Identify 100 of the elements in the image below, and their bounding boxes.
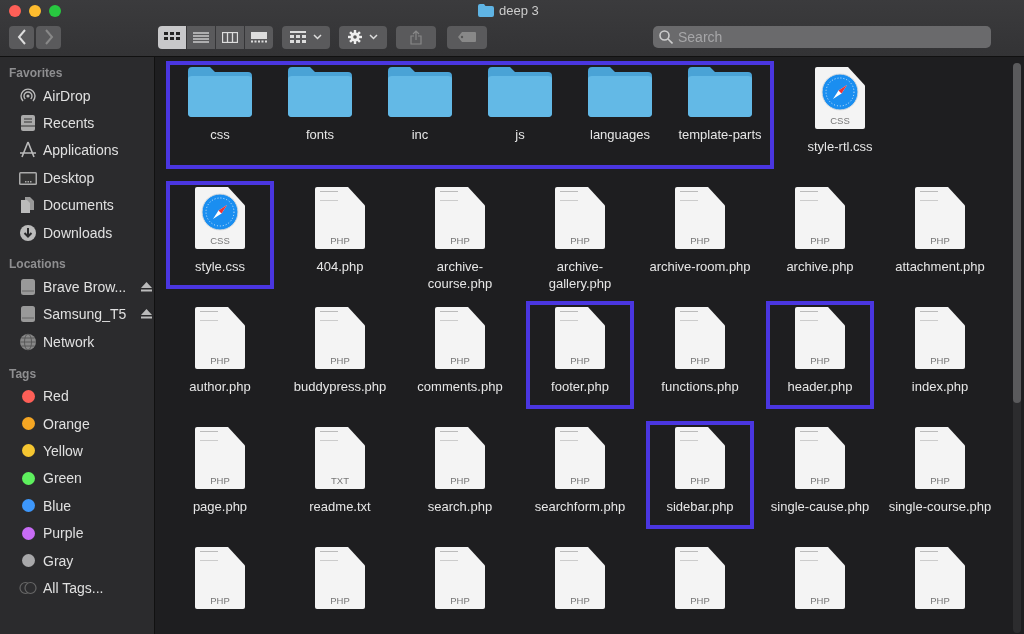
text-preview-lines: [440, 431, 458, 441]
file-item[interactable]: PHP archive- gallery.php: [521, 181, 639, 292]
back-button[interactable]: [9, 25, 34, 49]
text-preview-lines: [920, 431, 938, 441]
text-preview-lines: [560, 431, 578, 441]
file-type-label: PHP: [330, 355, 350, 368]
file-type-label: CSS: [210, 235, 230, 248]
file-item[interactable]: PHP 404.php: [281, 181, 399, 275]
file-item[interactable]: PHP sidebar.php: [641, 425, 759, 525]
sidebar-item[interactable]: Orange: [0, 409, 154, 438]
file-item[interactable]: PHP: [641, 541, 759, 609]
sidebar-item[interactable]: Gray: [0, 546, 154, 575]
forward-button[interactable]: [36, 25, 61, 49]
view-mode-button[interactable]: [187, 25, 215, 49]
sidebar-item[interactable]: Green: [0, 464, 154, 493]
sidebar-item[interactable]: AirDrop: [0, 82, 154, 110]
file-item[interactable]: PHP: [401, 541, 519, 609]
eject-icon[interactable]: [141, 282, 152, 293]
text-preview-lines: [800, 431, 818, 441]
text-preview-lines: [320, 191, 338, 201]
section-header: Locations: [8, 256, 67, 274]
file-item[interactable]: PHP page.php: [161, 421, 279, 515]
file-item[interactable]: PHP archive- course.php: [401, 181, 519, 292]
text-preview-lines: [800, 311, 818, 321]
text-preview-lines: [680, 431, 698, 441]
file-type-label: TXT: [331, 475, 349, 488]
scrollbar[interactable]: [1013, 63, 1021, 633]
sidebar-item[interactable]: Applications: [0, 136, 154, 165]
close-button[interactable]: [9, 5, 21, 17]
search-field[interactable]: Search: [653, 26, 991, 48]
compass-icon: [201, 193, 239, 231]
file-item[interactable]: PHP: [281, 541, 399, 609]
file-type-label: PHP: [330, 595, 350, 608]
file-item[interactable]: PHP index.php: [881, 301, 999, 395]
sidebar-item[interactable]: Yellow: [0, 437, 154, 465]
file-type-label: PHP: [810, 595, 830, 608]
file-item[interactable]: PHP: [761, 541, 879, 609]
file-item[interactable]: PHP buddypress.php: [281, 301, 399, 395]
sidebar-item[interactable]: Purple: [0, 519, 154, 547]
file-item[interactable]: PHP: [521, 541, 639, 609]
file-type-label: PHP: [210, 595, 230, 608]
sidebar-item[interactable]: Samsung_T5: [0, 300, 154, 329]
sidebar-item[interactable]: Blue: [0, 492, 154, 520]
sidebar-item[interactable]: Brave Brow...: [0, 273, 154, 301]
file-item[interactable]: PHP archive-room.php: [641, 181, 759, 275]
sidebar-item[interactable]: Desktop: [0, 164, 154, 192]
sidebar-item[interactable]: All Tags...: [0, 574, 154, 602]
text-preview-lines: [440, 311, 458, 321]
folder-icon: [288, 67, 352, 117]
file-item[interactable]: PHP header.php: [761, 305, 879, 405]
folder-icon: [688, 67, 752, 117]
file-type-label: PHP: [450, 595, 470, 608]
file-item[interactable]: PHP single-cause.php: [761, 421, 879, 515]
view-mode-button[interactable]: [216, 25, 244, 49]
file-type-label: PHP: [570, 475, 590, 488]
sidebar-item[interactable]: Network: [0, 328, 154, 356]
file-item[interactable]: PHP search.php: [401, 421, 519, 515]
eject-icon[interactable]: [141, 309, 152, 320]
zoom-button[interactable]: [49, 5, 61, 17]
file-item[interactable]: CSS style.css: [161, 185, 279, 285]
file-item[interactable]: PHP footer.php: [521, 305, 639, 405]
columns-icon: [222, 31, 238, 43]
share-button[interactable]: [396, 25, 436, 49]
action-button[interactable]: [339, 25, 387, 49]
file-item[interactable]: PHP comments.php: [401, 301, 519, 395]
grid-icon: [290, 31, 306, 43]
sidebar-item[interactable]: Recents: [0, 109, 154, 137]
file-item[interactable]: PHP author.php: [161, 301, 279, 395]
file-item[interactable]: PHP archive.php: [761, 181, 879, 275]
folder-icon: [588, 67, 652, 117]
chevron-left-icon: [16, 29, 27, 45]
sidebar-item[interactable]: Downloads: [0, 218, 154, 247]
file-type-label: PHP: [450, 235, 470, 248]
file-type-label: PHP: [210, 355, 230, 368]
text-preview-lines: [680, 551, 698, 561]
sidebar-item[interactable]: Red: [0, 382, 154, 410]
file-item[interactable]: PHP single-course.php: [881, 421, 999, 515]
grid-icon: [164, 31, 180, 43]
minimize-button[interactable]: [29, 5, 41, 17]
file-type-label: PHP: [930, 355, 950, 368]
file-item[interactable]: PHP: [161, 541, 279, 609]
file-item[interactable]: PHP attachment.php: [881, 181, 999, 275]
text-preview-lines: [680, 191, 698, 201]
file-item[interactable]: TXT readme.txt: [281, 421, 399, 515]
tag-button[interactable]: [447, 25, 487, 49]
file-item[interactable]: PHP searchform.php: [521, 421, 639, 515]
text-preview-lines: [560, 551, 578, 561]
file-item[interactable]: PHP: [881, 541, 999, 609]
text-preview-lines: [560, 191, 578, 201]
sidebar-item[interactable]: Documents: [0, 191, 154, 219]
section-header: Favorites: [8, 65, 64, 82]
documents-icon: [19, 196, 37, 215]
window-title: deep 3: [499, 3, 539, 18]
text-preview-lines: [440, 551, 458, 561]
view-mode-button[interactable]: [158, 25, 186, 49]
file-item[interactable]: CSS style-rtl.css: [781, 61, 899, 155]
text-preview-lines: [320, 551, 338, 561]
file-item[interactable]: PHP functions.php: [641, 301, 759, 395]
group-button[interactable]: [282, 25, 330, 49]
view-mode-button[interactable]: [245, 25, 273, 49]
